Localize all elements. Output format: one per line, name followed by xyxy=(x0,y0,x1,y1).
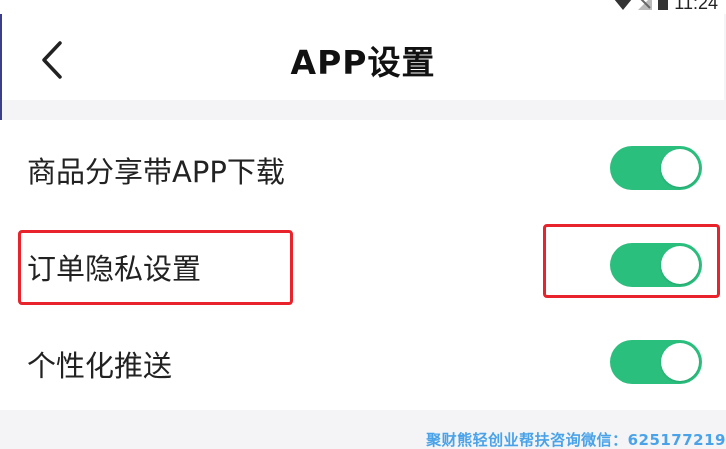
setting-label: 商品分享带APP下载 xyxy=(27,155,285,189)
toggle-knob xyxy=(661,343,699,381)
order-privacy-toggle[interactable] xyxy=(610,243,702,287)
share-with-app-download-toggle[interactable] xyxy=(610,146,702,190)
page-title: APP设置 xyxy=(290,43,436,82)
watermark-text: 聚财熊轻创业帮扶咨询微信：625177219 xyxy=(426,431,726,449)
status-bar: 11:24 xyxy=(0,0,726,14)
battery-icon xyxy=(658,0,669,10)
setting-label: 订单隐私设置 xyxy=(27,252,202,286)
personalized-push-toggle[interactable] xyxy=(610,340,702,384)
toggle-knob xyxy=(661,149,699,187)
header: APP设置 xyxy=(0,14,724,100)
signal-icon xyxy=(638,0,653,10)
setting-label: 个性化推送 xyxy=(27,349,173,383)
setting-row-personalized-push: 个性化推送 xyxy=(0,314,726,410)
toggle-knob xyxy=(661,246,699,284)
section-divider xyxy=(0,100,726,120)
bottom-band: 聚财熊轻创业帮扶咨询微信：625177219 xyxy=(0,410,726,449)
setting-row-order-privacy: 订单隐私设置 xyxy=(0,217,726,313)
status-icons: 11:24 xyxy=(614,0,718,12)
status-time: 11:24 xyxy=(674,0,718,13)
setting-row-share-with-app-download: 商品分享带APP下载 xyxy=(0,120,726,216)
wifi-icon xyxy=(615,0,632,10)
settings-list: 商品分享带APP下载 订单隐私设置 个性化推送 xyxy=(0,120,726,410)
